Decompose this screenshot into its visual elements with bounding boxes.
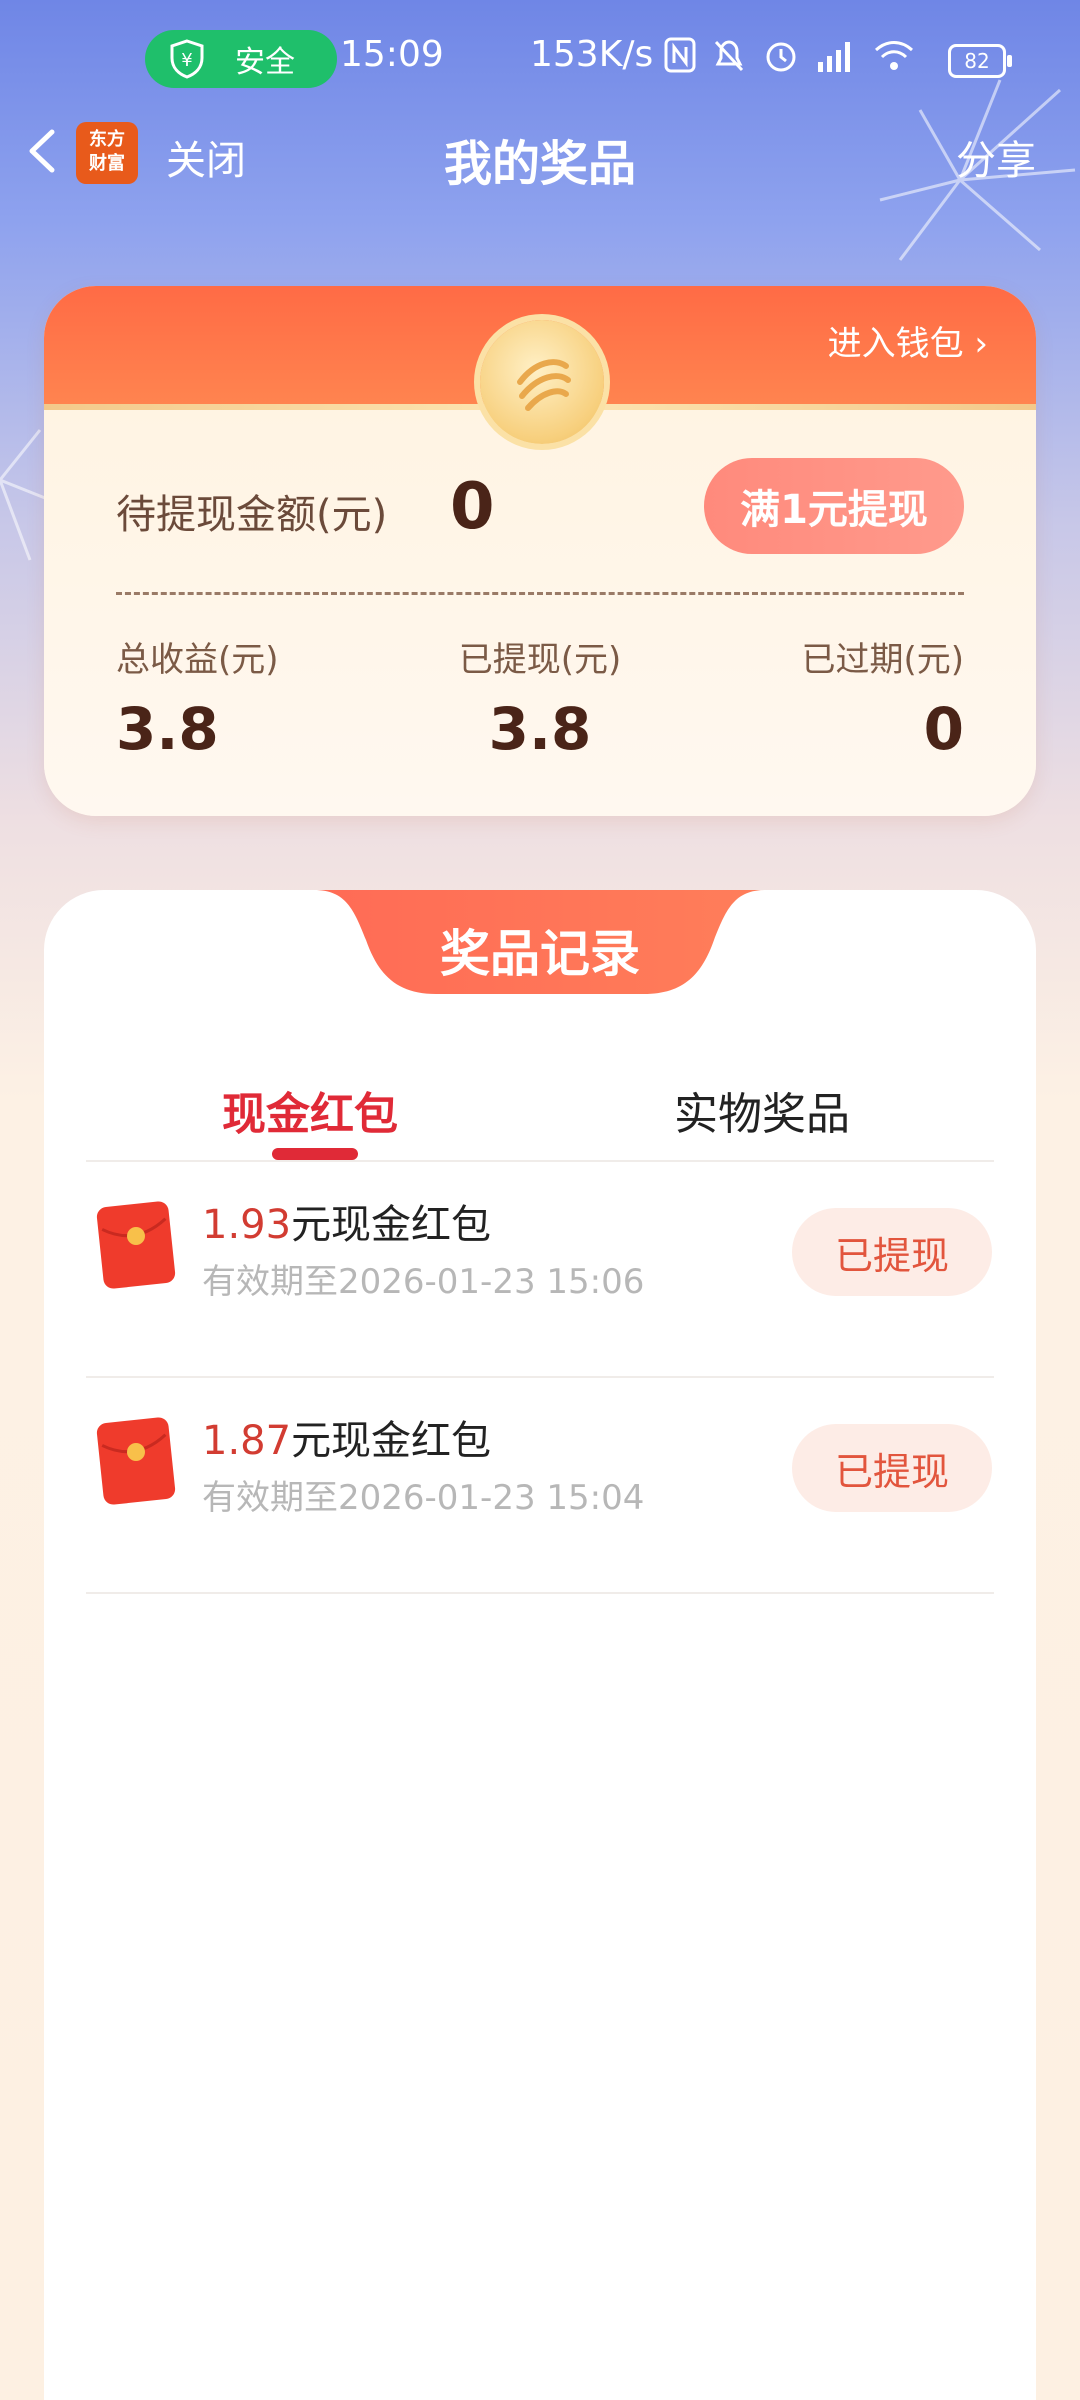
list-item: 1.87元现金红包 有效期至2026-01-23 15:04 已提现 [44, 1378, 1036, 1592]
security-badge[interactable]: ¥ 安全 [145, 30, 337, 88]
prize-records-card: 奖品记录 现金红包 实物奖品 1.93元现金红包 有效期至2026-01-23 … [44, 890, 1036, 2400]
coin-icon [480, 320, 604, 444]
item-expiry: 有效期至2026-01-23 15:06 [202, 1262, 645, 1302]
stat-total-earnings: 总收益(元) 3.8 [116, 632, 416, 763]
share-button[interactable]: 分享 [956, 128, 1036, 186]
stat-expired: 已过期(元) 0 [664, 632, 964, 763]
back-arrow-icon[interactable] [24, 128, 60, 174]
logo-line-2: 财富 [89, 153, 125, 174]
chevron-right-icon: › [974, 324, 988, 364]
item-suffix: 元现金红包 [291, 1418, 492, 1464]
item-suffix: 元现金红包 [291, 1202, 492, 1248]
stat-withdrawn: 已提现(元) 3.8 [390, 632, 690, 763]
alarm-icon [766, 42, 796, 72]
shield-yen-icon: ¥ [170, 39, 204, 79]
tab-physical-prizes[interactable]: 实物奖品 [674, 1078, 850, 1142]
clock: 15:09 [340, 34, 444, 75]
stat-value: 3.8 [116, 695, 219, 763]
item-amount: 1.87 [202, 1418, 292, 1464]
records-title: 奖品记录 [440, 925, 640, 983]
balance-card: 进入钱包 › 待提现金额(元) 0 满1元提现 总收益(元) 3.8 已提现(元… [44, 286, 1036, 816]
top-nav-bar: 东方 财富 关闭 我的奖品 分享 [0, 110, 1080, 192]
item-amount: 1.93 [202, 1202, 292, 1248]
network-speed: 153K/s [530, 34, 654, 75]
stat-label: 已提现(元) [458, 640, 622, 680]
status-icons [664, 36, 916, 74]
svg-text:¥: ¥ [181, 50, 192, 71]
pending-amount-value: 0 [450, 470, 495, 544]
logo-line-1: 东方 [89, 129, 125, 150]
app-logo: 东方 财富 [76, 122, 138, 184]
page-title: 我的奖品 [443, 136, 636, 192]
stat-label: 总收益(元) [116, 640, 279, 680]
item-title: 1.87元现金红包 [202, 1408, 491, 1466]
item-divider [86, 1592, 994, 1594]
withdraw-button[interactable]: 满1元提现 [704, 458, 964, 554]
wifi-icon [874, 41, 914, 70]
active-tab-indicator [272, 1148, 358, 1160]
withdrawn-status-button[interactable]: 已提现 [792, 1424, 992, 1512]
security-label: 安全 [235, 45, 295, 80]
tab-cash-red-packet[interactable]: 现金红包 [222, 1078, 398, 1142]
item-expiry: 有效期至2026-01-23 15:04 [202, 1478, 645, 1518]
nfc-icon [664, 37, 696, 73]
red-envelope-icon [96, 1417, 176, 1505]
stat-value: 3.8 [488, 695, 592, 763]
dashed-divider [116, 592, 964, 595]
signal-hd-icon [818, 42, 850, 72]
mute-bell-icon [714, 40, 744, 72]
enter-wallet-link[interactable]: 进入钱包 › [828, 316, 988, 365]
stat-value: 0 [923, 695, 964, 763]
close-button[interactable]: 关闭 [166, 128, 246, 186]
list-item: 1.93元现金红包 有效期至2026-01-23 15:06 已提现 [44, 1162, 1036, 1376]
enter-wallet-label: 进入钱包 [827, 324, 964, 364]
pending-amount-label: 待提现金额(元) [116, 492, 388, 538]
red-envelope-icon [96, 1201, 176, 1289]
status-bar: ¥ 安全 15:09 153K/s 82 [0, 0, 1080, 120]
item-title: 1.93元现金红包 [202, 1192, 491, 1250]
stat-label: 已过期(元) [801, 640, 964, 680]
withdrawn-status-button[interactable]: 已提现 [792, 1208, 992, 1296]
battery-icon: 82 [948, 44, 1012, 78]
